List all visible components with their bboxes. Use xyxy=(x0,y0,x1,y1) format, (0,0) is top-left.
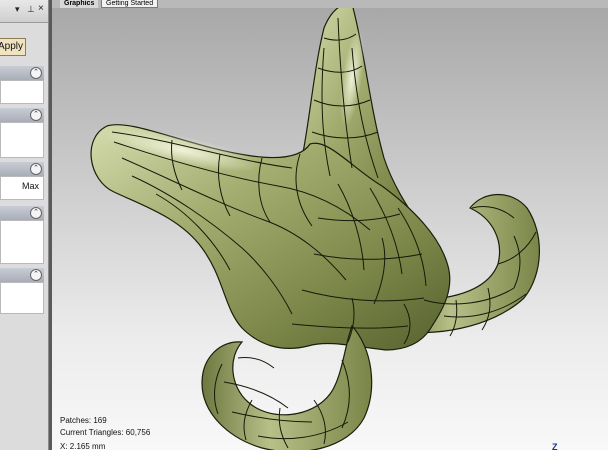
apply-button[interactable]: Apply xyxy=(0,38,26,56)
z-axis-label: Z xyxy=(552,442,558,450)
section-body-1 xyxy=(0,80,44,104)
graphics-viewport[interactable]: Patches: 169 Current Triangles: 60,756 X… xyxy=(52,8,608,450)
collapse-chevron-icon[interactable]: ⌃ xyxy=(30,207,42,219)
patches-count-text: Patches: 169 xyxy=(60,416,107,425)
left-dock-panel: ▾ ⊥ × Apply ⌃ ⌃ ⌃ Max ⌃ ⌃ xyxy=(0,0,49,450)
triangle-count-text: Current Triangles: 60,756 xyxy=(60,428,151,437)
main-body-surface[interactable] xyxy=(90,124,451,351)
panel-menu-icon[interactable]: ▾ xyxy=(15,4,20,15)
panel-titlebar: ▾ ⊥ × xyxy=(0,0,48,23)
tab-graphics[interactable]: Graphics xyxy=(60,0,99,8)
collapse-chevron-icon[interactable]: ⌃ xyxy=(30,67,42,79)
section-header-4[interactable]: ⌃ xyxy=(0,206,44,221)
coordinate-readout: X: 2.165 mm xyxy=(60,442,106,450)
section-header-2[interactable]: ⌃ xyxy=(0,108,44,123)
section-header-5[interactable]: ⌃ xyxy=(0,268,44,283)
panel-pin-icon[interactable]: ⊥ xyxy=(27,4,35,15)
collapse-chevron-icon[interactable]: ⌃ xyxy=(30,269,42,281)
patched-surface-model[interactable] xyxy=(52,8,608,450)
collapse-chevron-icon[interactable]: ⌃ xyxy=(30,163,42,175)
section-body-2 xyxy=(0,122,44,158)
panel-close-icon[interactable]: × xyxy=(38,3,44,14)
section-body-3: Max xyxy=(0,176,44,200)
section-body-4 xyxy=(0,220,44,264)
section-body-5 xyxy=(0,282,44,314)
section-header-3[interactable]: ⌃ xyxy=(0,162,44,177)
document-tab-bar: Graphics Getting Started xyxy=(52,0,608,8)
max-label: Max xyxy=(21,181,39,191)
tab-getting-started[interactable]: Getting Started xyxy=(101,0,159,8)
section-header-1[interactable]: ⌃ xyxy=(0,66,44,81)
collapse-chevron-icon[interactable]: ⌃ xyxy=(30,109,42,121)
